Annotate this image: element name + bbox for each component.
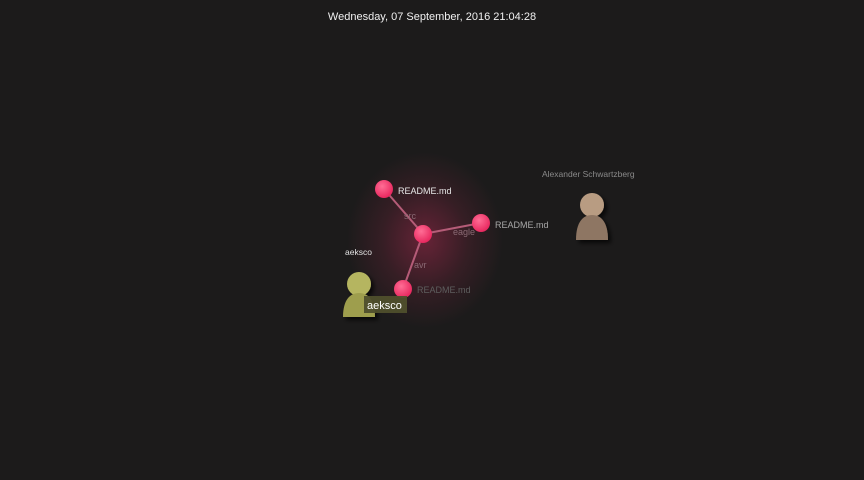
person-icon[interactable] [576, 193, 608, 240]
root-directory-node[interactable] [414, 225, 432, 243]
file-node[interactable] [375, 180, 393, 198]
file-node[interactable] [472, 214, 490, 232]
visualization-stage: Wednesday, 07 September, 2016 21:04:28 s… [0, 0, 864, 480]
dir-label-src: src [404, 211, 416, 221]
file-node[interactable] [394, 280, 412, 298]
dir-label-eagle: eagle [453, 227, 475, 237]
file-label: README.md [417, 285, 471, 295]
file-label: README.md [495, 220, 549, 230]
repository-graph: src eagle avr README.md README.md README… [343, 152, 635, 328]
user-name-aeksco: aeksco [345, 247, 372, 257]
user-name-alexander: Alexander Schwartzberg [542, 169, 635, 179]
file-label: README.md [398, 186, 452, 196]
user-tag-text: aeksco [367, 300, 402, 312]
dir-label-avr: avr [414, 260, 427, 270]
